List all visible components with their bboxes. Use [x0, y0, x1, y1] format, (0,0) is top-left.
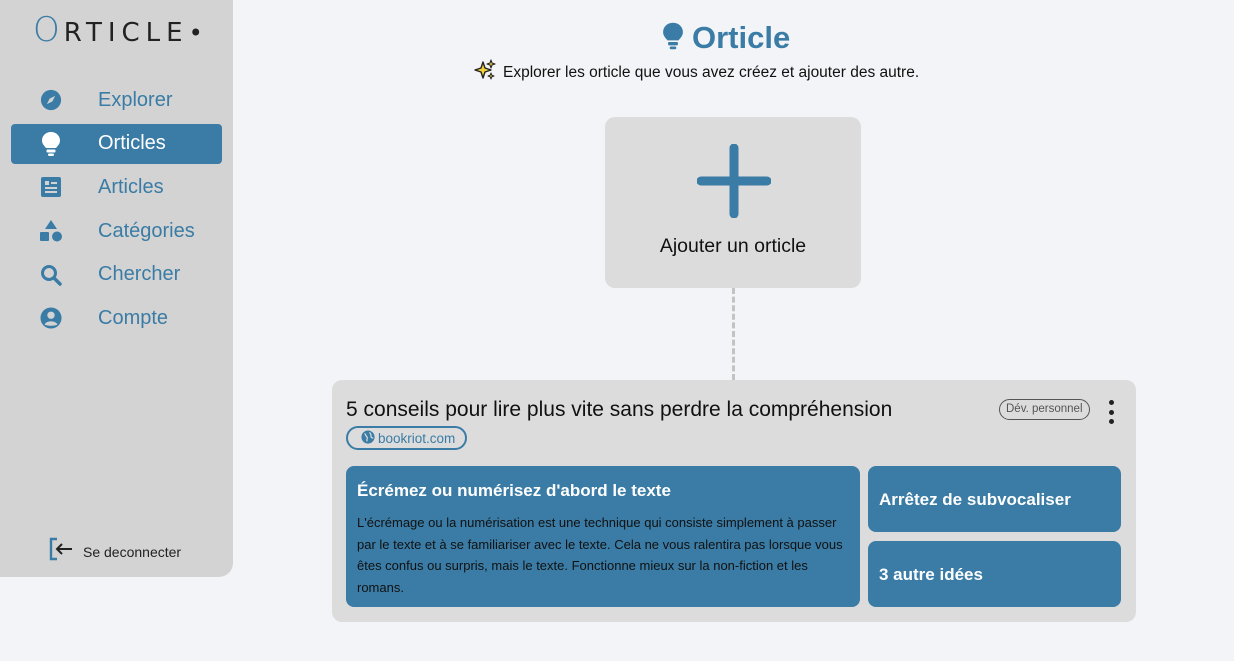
page-title-text: Orticle	[692, 20, 791, 55]
source-link[interactable]: bookriot.com	[346, 426, 468, 450]
user-circle-icon	[38, 305, 64, 331]
tip-title: 3 autre idées	[879, 565, 983, 584]
logout-button[interactable]: Se deconnecter	[48, 537, 181, 566]
sidebar: ORTICLE• Explorer Orticles Articles Caté…	[0, 0, 233, 577]
sidebar-item-label: Explorer	[98, 88, 173, 111]
logout-label: Se deconnecter	[83, 543, 182, 560]
lightbulb-icon	[662, 21, 684, 56]
sidebar-item-explorer[interactable]: Explorer	[11, 80, 222, 120]
tip-title: Écrémez ou numérisez d'abord le texte	[357, 481, 671, 500]
tip-card[interactable]: Arrêtez de subvocaliser	[868, 466, 1121, 532]
page-title: Orticle	[662, 20, 790, 56]
sidebar-item-label: Catégories	[98, 219, 195, 242]
sidebar-item-chercher[interactable]: Chercher	[11, 255, 222, 295]
globe-icon	[361, 429, 375, 447]
tip-card[interactable]: Écrémez ou numérisez d'abord le texte L'…	[346, 466, 860, 607]
search-icon	[38, 262, 64, 288]
more-options-icon[interactable]	[1106, 400, 1116, 424]
more-ideas-button[interactable]: 3 autre idées	[868, 541, 1121, 607]
shapes-icon	[38, 218, 64, 244]
lightbulb-icon	[38, 131, 64, 157]
newspaper-icon	[38, 174, 64, 200]
add-orticle-button[interactable]: Ajouter un orticle	[605, 117, 861, 288]
sidebar-item-label: Chercher	[98, 263, 181, 286]
orticle-title[interactable]: 5 conseils pour lire plus vite sans perd…	[346, 398, 892, 422]
sidebar-item-label: Orticles	[98, 132, 166, 155]
sidebar-item-label: Compte	[98, 306, 169, 329]
add-orticle-label: Ajouter un orticle	[659, 235, 807, 257]
connector-line	[732, 288, 735, 380]
source-text: bookriot.com	[378, 430, 456, 446]
plus-icon	[696, 143, 772, 223]
page-subtitle: Explorer les orticle que vous avez créez…	[474, 59, 919, 86]
sidebar-item-orticles[interactable]: Orticles	[11, 123, 222, 164]
app-logo[interactable]: ORTICLE•	[33, 10, 203, 50]
subtitle-text: Explorer les orticle que vous avez créez…	[503, 63, 920, 81]
sidebar-nav: Explorer Orticles Articles Catégories Ch…	[11, 80, 222, 342]
tip-body: L'écrémage ou la numérisation est une te…	[357, 515, 843, 595]
compass-icon	[38, 87, 64, 113]
category-badge[interactable]: Dév. personnel	[999, 399, 1090, 420]
sparkles-icon	[474, 59, 496, 86]
tip-title: Arrêtez de subvocaliser	[879, 490, 1071, 509]
sidebar-item-compte[interactable]: Compte	[11, 298, 222, 338]
sidebar-item-label: Articles	[98, 175, 164, 198]
sidebar-item-categories[interactable]: Catégories	[11, 211, 222, 251]
sidebar-item-articles[interactable]: Articles	[11, 167, 222, 207]
orticle-card: 5 conseils pour lire plus vite sans perd…	[332, 380, 1136, 622]
sign-out-icon	[48, 537, 74, 566]
